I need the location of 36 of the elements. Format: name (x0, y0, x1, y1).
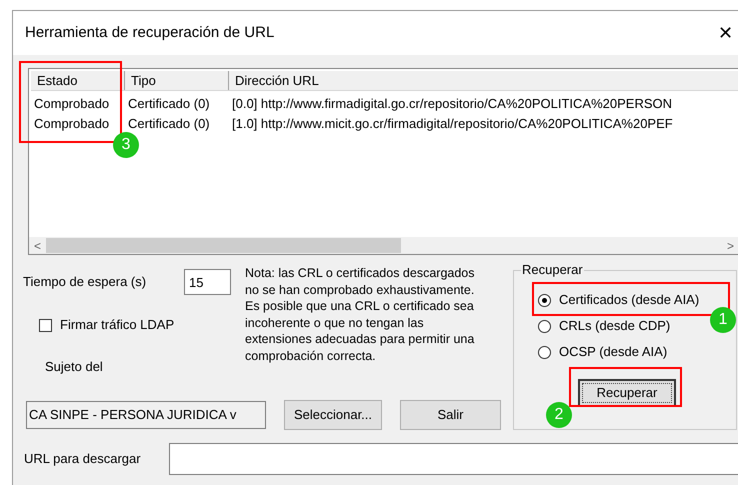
timeout-label: Tiempo de espera (s) (23, 273, 148, 292)
subject-field[interactable]: CA SINPE - PERSONA JURIDICA v (26, 401, 266, 429)
column-header[interactable]: Tipo (125, 71, 229, 90)
url-download-field[interactable] (169, 443, 738, 475)
radio-option[interactable]: OCSP (desde AIA) (538, 343, 668, 361)
table-cell-text: [0.0] http://www.firmadigital.go.cr/repositorio/CA%20POLITICA%20PERSON (231, 95, 674, 113)
radio-button[interactable] (538, 294, 551, 306)
group-title: Recuperar (521, 262, 584, 278)
subject-label: Sujeto del (45, 358, 104, 376)
checkbox-label: Firmar tráfico LDAP (60, 316, 174, 334)
timeout-field[interactable]: 15 (184, 269, 231, 295)
radio-option[interactable]: Certificados (desde AIA) (538, 291, 700, 309)
table-cell-text: Comprobado (33, 115, 110, 133)
window-title: Herramienta de recuperación de URL (25, 22, 274, 43)
select-button[interactable]: Seleccionar... (284, 400, 382, 430)
column-header[interactable]: Dirección URL (229, 71, 738, 90)
table-cell-text: Certificado (0) (127, 115, 211, 133)
column-header[interactable]: Estado (31, 71, 125, 90)
scroll-right-arrow[interactable]: > (722, 236, 738, 254)
checkbox[interactable] (39, 318, 52, 332)
table-cell-text: Comprobado (33, 95, 110, 113)
retrieve-button[interactable]: Recuperar (578, 379, 676, 407)
url-download-label: URL para descargar (24, 450, 142, 468)
callout-badge: 1 (710, 307, 736, 333)
radio-option[interactable]: CRLs (desde CDP) (538, 317, 670, 335)
callout-badge: 2 (546, 402, 572, 428)
horizontal-scrollbar[interactable]: < > (29, 237, 738, 254)
table-cell-text: [1.0] http://www.micit.go.cr/firmadigital/repositorio/CA%20POLITICA%20PEF (231, 115, 674, 133)
scroll-left-arrow[interactable]: < (29, 236, 46, 254)
note-text: Nota: las CRL o certificados descargados no se han comprobado exhaustivamente. Es posible que una CRL o certificado sea incoherente o que no tengan las extensiones adecuadas para permitir una comprobación correcta. (245, 265, 476, 365)
radio-button[interactable] (538, 346, 551, 358)
scroll-thumb[interactable] (46, 238, 401, 253)
close-button[interactable]: ✕ (718, 24, 733, 42)
radio-button[interactable] (538, 320, 551, 332)
table-cell-text: Certificado (0) (127, 95, 211, 113)
exit-button[interactable]: Salir (400, 400, 501, 430)
